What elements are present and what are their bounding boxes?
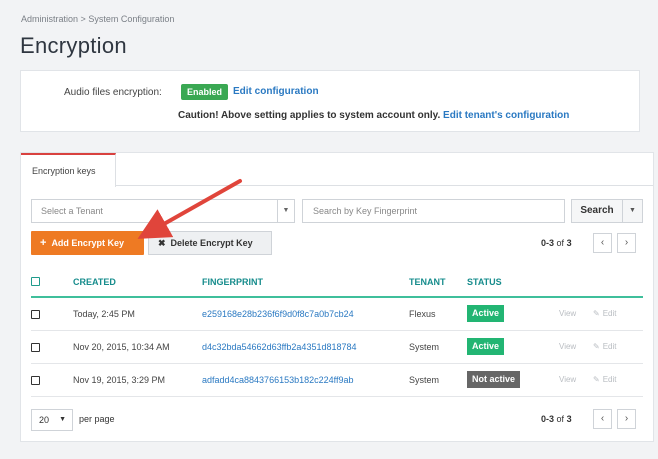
tenant-select[interactable]: Select a Tenant ▼ — [31, 199, 295, 223]
select-all-checkbox[interactable] — [31, 277, 40, 286]
pencil-icon: ✎ — [593, 342, 600, 351]
caution-text: Caution! Above setting applies to system… — [178, 110, 441, 121]
row-checkbox[interactable] — [31, 310, 40, 319]
created-cell: Nov 20, 2015, 10:34 AM — [73, 342, 170, 352]
encryption-keys-panel: Encryption keys Select a Tenant ▼ Search… — [20, 152, 654, 442]
pager-summary-bottom: 0-3 of 3 — [541, 414, 572, 424]
per-page-label: per page — [79, 414, 115, 424]
view-button[interactable]: View — [559, 309, 576, 318]
edit-label: Edit — [602, 309, 617, 318]
page-title: Encryption — [20, 33, 127, 58]
prev-page-button-top[interactable]: ‹ — [593, 233, 612, 253]
row-checkbox[interactable] — [31, 376, 40, 385]
row-checkbox[interactable] — [31, 343, 40, 352]
column-header-tenant[interactable]: TENANT — [409, 277, 446, 287]
caret-down-icon: ▼ — [629, 207, 636, 214]
status-badge: Not active — [467, 371, 521, 388]
view-button[interactable]: View — [559, 375, 576, 384]
breadcrumb-separator: > — [80, 14, 86, 24]
search-button[interactable]: Search — [571, 199, 623, 223]
prev-page-button-bottom[interactable]: ‹ — [593, 409, 612, 429]
pager-of: of — [556, 414, 565, 424]
tenant-cell: System — [409, 375, 440, 385]
table-header: CREATED FINGERPRINT TENANT STATUS — [31, 271, 643, 298]
delete-encrypt-key-button[interactable]: ✖ Delete Encrypt Key — [148, 231, 272, 255]
per-page-value: 20 — [39, 415, 50, 425]
pager-range: 0-3 — [541, 238, 555, 248]
close-icon: ✖ — [158, 238, 166, 248]
edit-label: Edit — [602, 375, 617, 384]
plus-icon: + — [40, 237, 47, 249]
next-page-button-bottom[interactable]: › — [617, 409, 636, 429]
table-row: Nov 19, 2015, 3:29 PM adfadd4ca884376615… — [31, 364, 643, 397]
search-options-dropdown[interactable]: ▼ — [623, 199, 643, 223]
breadcrumb-system-configuration[interactable]: System Configuration — [88, 14, 174, 24]
tenant-select-placeholder: Select a Tenant — [41, 206, 103, 216]
fingerprint-link[interactable]: e259168e28b236f6f9d0f8c7a0b7cb24 — [202, 309, 354, 319]
column-header-fingerprint[interactable]: FINGERPRINT — [202, 277, 263, 287]
created-cell: Nov 19, 2015, 3:29 PM — [73, 375, 166, 385]
pager-total: 3 — [566, 238, 572, 248]
column-header-status[interactable]: STATUS — [467, 277, 502, 287]
edit-button[interactable]: ✎ Edit — [593, 375, 617, 384]
column-header-created[interactable]: CREATED — [73, 277, 116, 287]
tab-encryption-keys[interactable]: Encryption keys — [21, 153, 116, 187]
chevron-right-icon: › — [624, 237, 629, 248]
add-encrypt-key-button[interactable]: + Add Encrypt Key — [31, 231, 144, 255]
chevron-left-icon: ‹ — [600, 413, 605, 424]
next-page-button-top[interactable]: › — [617, 233, 636, 253]
per-page-select[interactable]: 20 ▼ — [31, 409, 73, 431]
edit-configuration-link[interactable]: Edit configuration — [233, 86, 319, 97]
fingerprint-link[interactable]: d4c32bda54662d63ffb2a4351d818784 — [202, 342, 357, 352]
audio-encryption-panel: Audio files encryption: Enabled Edit con… — [20, 70, 640, 132]
audio-encryption-label: Audio files encryption: — [64, 87, 162, 98]
breadcrumb-administration[interactable]: Administration — [21, 14, 78, 24]
add-encrypt-key-label: Add Encrypt Key — [51, 238, 124, 248]
table-row: Nov 20, 2015, 10:34 AM d4c32bda54662d63f… — [31, 331, 643, 364]
encryption-status-badge: Enabled — [181, 84, 229, 100]
status-badge: Active — [467, 338, 505, 355]
caution-message: Caution! Above setting applies to system… — [178, 110, 569, 121]
edit-tenant-configuration-link[interactable]: Edit tenant's configuration — [443, 110, 569, 121]
edit-button[interactable]: ✎ Edit — [593, 342, 617, 351]
table-row: Today, 2:45 PM e259168e28b236f6f9d0f8c7a… — [31, 298, 643, 331]
tab-bar: Encryption keys — [21, 153, 653, 187]
pencil-icon: ✎ — [593, 309, 600, 318]
pager-range: 0-3 — [541, 414, 555, 424]
view-button[interactable]: View — [559, 342, 576, 351]
chevron-right-icon: › — [624, 413, 629, 424]
status-badge: Active — [467, 305, 505, 322]
caret-down-icon: ▼ — [59, 416, 66, 423]
caret-down-icon: ▼ — [277, 200, 294, 222]
pager-summary-top: 0-3 of 3 — [541, 238, 572, 248]
tenant-cell: Flexus — [409, 309, 436, 319]
breadcrumb: Administration > System Configuration — [21, 14, 174, 24]
chevron-left-icon: ‹ — [600, 237, 605, 248]
tenant-cell: System — [409, 342, 440, 352]
fingerprint-link[interactable]: adfadd4ca8843766153b182c224ff9ab — [202, 375, 353, 385]
created-cell: Today, 2:45 PM — [73, 309, 135, 319]
pencil-icon: ✎ — [593, 375, 600, 384]
delete-encrypt-key-label: Delete Encrypt Key — [170, 238, 253, 248]
edit-label: Edit — [602, 342, 617, 351]
pager-of: of — [556, 238, 565, 248]
pager-total: 3 — [566, 414, 572, 424]
edit-button[interactable]: ✎ Edit — [593, 309, 617, 318]
fingerprint-search-input[interactable]: Search by Key Fingerprint — [302, 199, 565, 223]
